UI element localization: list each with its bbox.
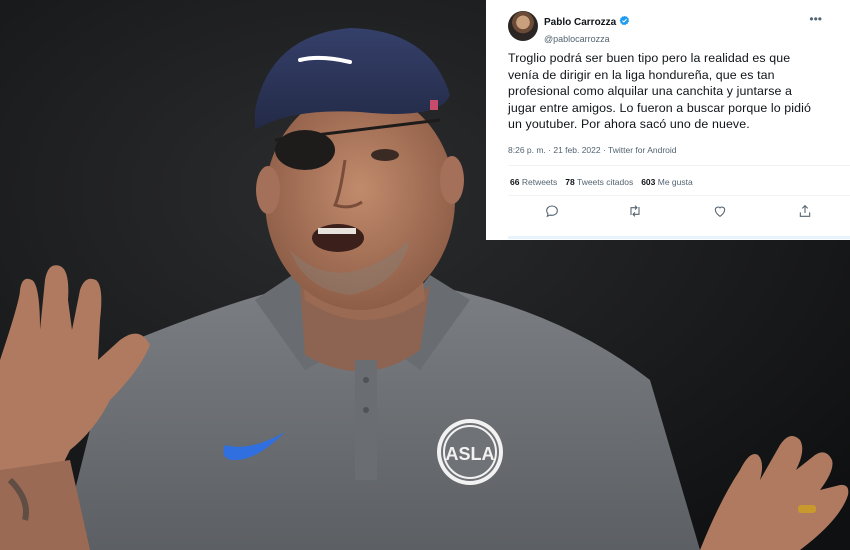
tweet-actions [510,203,830,221]
tweet-text-line: profesional como alquilar una canchita y… [508,84,793,98]
tweet-text-line: venía de dirigir en la liga hondureña, q… [508,67,775,82]
author-block: Pablo Carrozza @pablocarrozza [544,13,630,44]
likes-stat[interactable]: 603 Me gusta [641,177,693,187]
retweet-icon[interactable] [627,203,643,219]
tweet-stats: 66 Retweets 78 Tweets citados 603 Me gus… [510,177,693,187]
avatar[interactable] [508,11,538,41]
club-badge-text: ASLA [446,444,495,464]
share-icon[interactable] [797,203,813,219]
divider [508,236,850,239]
tweet-header: Pablo Carrozza @pablocarrozza ••• [508,10,838,44]
tweet-text-line: jugar entre amigos. Lo fueron a buscar p… [508,100,811,115]
divider [508,165,850,166]
more-icon[interactable]: ••• [809,12,822,26]
author-name[interactable]: Pablo Carrozza [544,17,616,28]
quotes-stat[interactable]: 78 Tweets citados [565,177,633,187]
tweet-text-line: Troglio podrá ser buen tipo pero la real… [508,51,791,65]
divider [508,195,850,196]
author-handle[interactable]: @pablocarrozza [544,34,630,44]
tweet-timestamp[interactable]: 8:26 p. m. · 21 feb. 2022 · Twitter for … [508,145,677,155]
tweet-text: Troglio podrá ser buen tipo pero la real… [508,50,838,133]
like-icon[interactable] [712,203,728,219]
reply-icon[interactable] [544,203,560,219]
tweet-card: Pablo Carrozza @pablocarrozza ••• Trogli… [486,0,850,240]
club-badge: ASLA [437,419,503,485]
verified-badge-icon [619,13,630,31]
tweet-text-line: un youtuber. Por ahora sacó uno de nueve… [508,117,750,131]
retweets-stat[interactable]: 66 Retweets [510,177,557,187]
